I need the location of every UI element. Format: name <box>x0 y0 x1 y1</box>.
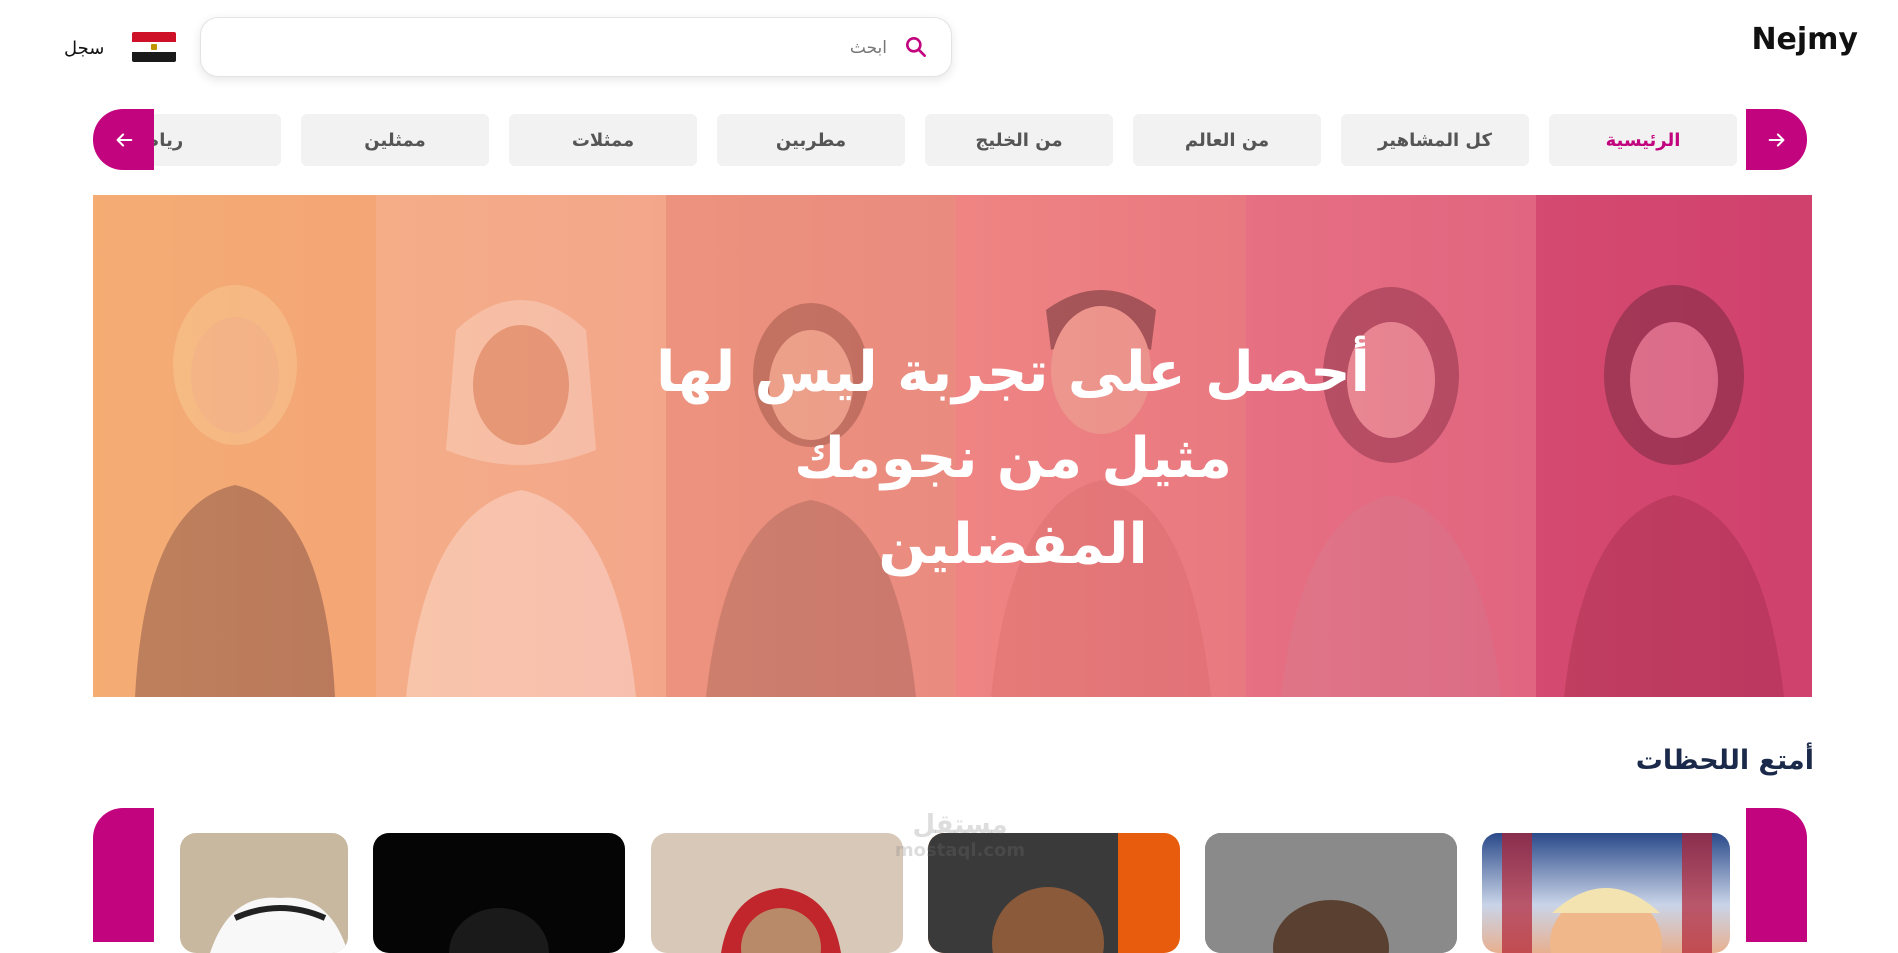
category-all-celebrities[interactable]: كل المشاهير <box>1341 114 1529 166</box>
category-world[interactable]: من العالم <box>1133 114 1321 166</box>
brand-logo[interactable]: Nejmy <box>1751 22 1858 57</box>
hero-banner: أحصل على تجربة ليس لها مثيل من نجومك الم… <box>93 195 1812 697</box>
video-card[interactable] <box>373 833 625 953</box>
category-gulf[interactable]: من الخليج <box>925 114 1113 166</box>
card-thumbnail <box>210 897 348 953</box>
watermark: مستقل mostaql.com <box>894 810 1026 861</box>
arrow-left-icon <box>116 132 132 147</box>
hero-title: أحصل على تجربة ليس لها مثيل من نجومك الم… <box>656 340 1370 577</box>
search-bar[interactable] <box>200 17 952 77</box>
category-home[interactable]: الرئيسية <box>1549 114 1737 166</box>
register-link[interactable]: سجل <box>64 38 104 59</box>
arrow-right-icon <box>1768 132 1784 147</box>
egypt-flag-icon[interactable] <box>132 32 176 62</box>
video-card[interactable] <box>1482 833 1730 953</box>
category-actresses[interactable]: ممثلات <box>509 114 697 166</box>
nav-next-button[interactable] <box>1746 109 1807 170</box>
category-singers[interactable]: مطربين <box>717 114 905 166</box>
video-card[interactable] <box>1205 833 1457 953</box>
category-actors[interactable]: ممثلين <box>301 114 489 166</box>
search-icon[interactable] <box>903 34 929 60</box>
carousel-prev-button[interactable] <box>93 808 154 942</box>
search-input[interactable] <box>245 30 889 66</box>
nav-prev-button[interactable] <box>93 109 154 170</box>
card-thumbnail <box>1502 833 1712 953</box>
video-card[interactable] <box>180 833 348 953</box>
section-title-moments: أمتع اللحظات <box>1635 745 1814 776</box>
carousel-next-button[interactable] <box>1746 808 1807 942</box>
card-thumbnail <box>449 908 549 953</box>
card-thumbnail <box>1205 833 1457 953</box>
